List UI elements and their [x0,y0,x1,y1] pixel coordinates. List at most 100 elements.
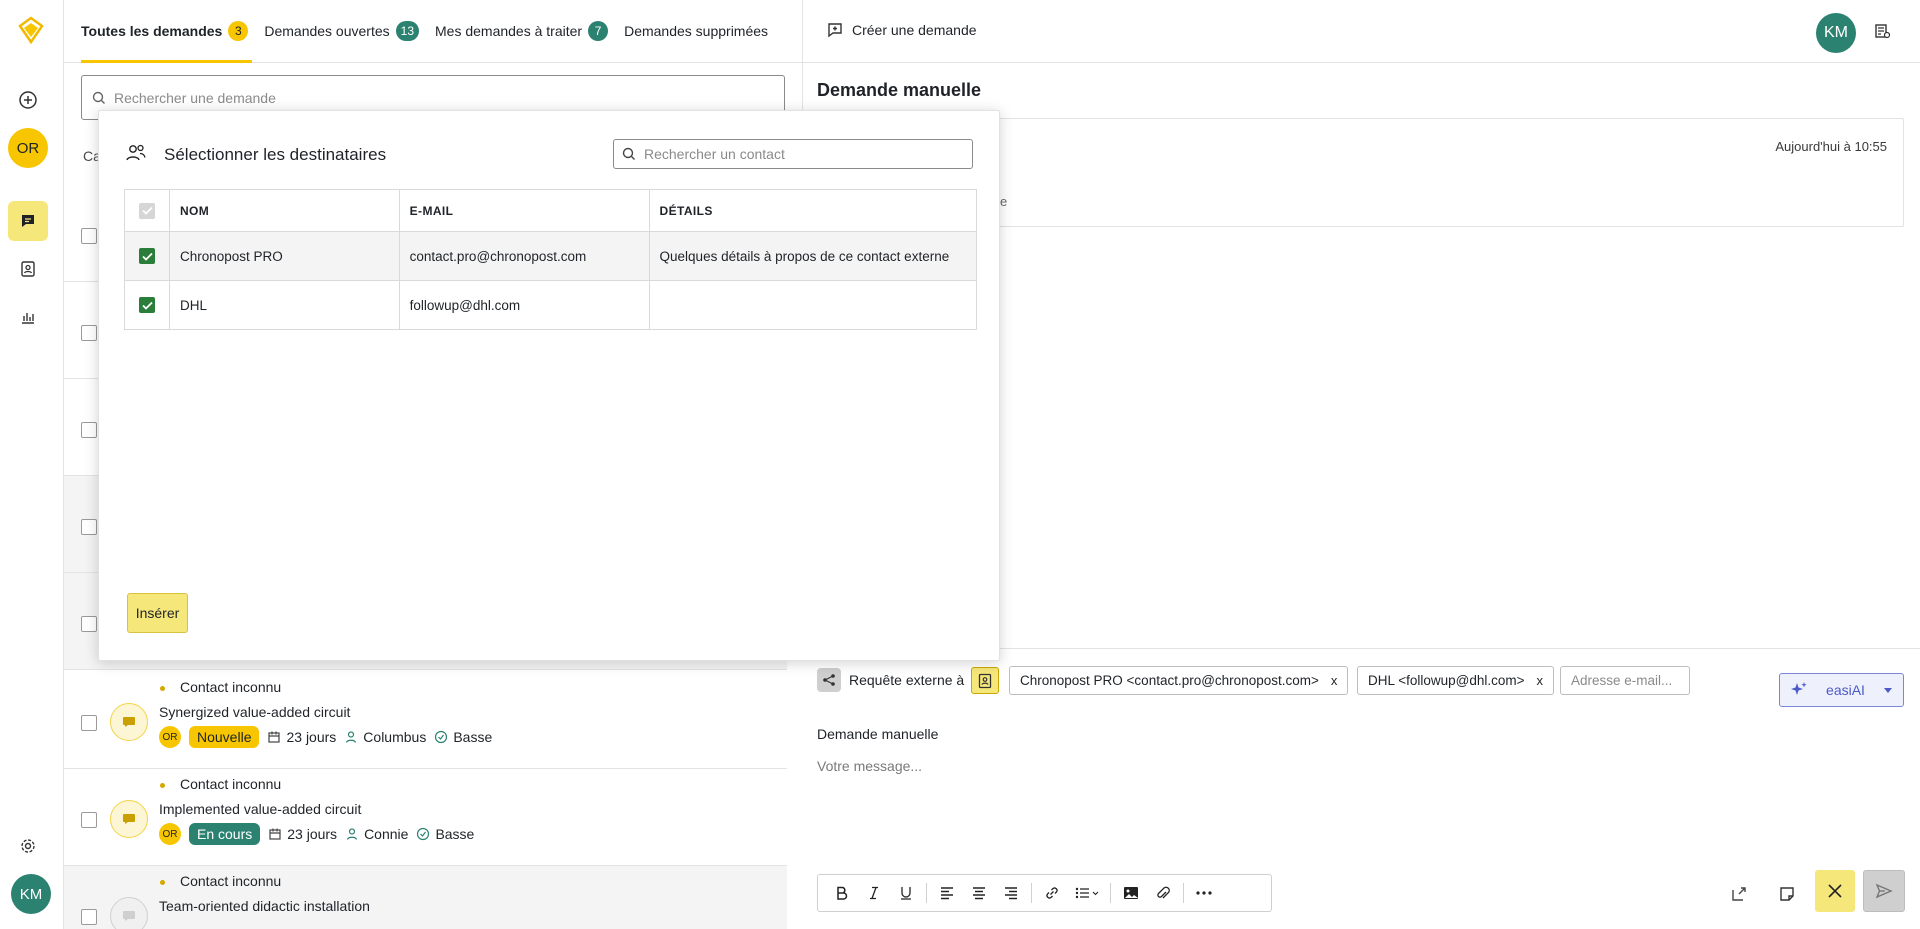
row-checkbox[interactable] [81,616,97,632]
person-icon [346,828,358,840]
status-badge: Nouvelle [189,726,260,748]
tab-label: Demandes ouvertes [264,23,390,39]
app-logo[interactable] [14,14,48,48]
toolbar-divider [1183,883,1184,903]
assignee-text: Connie [364,826,409,842]
contact-name: DHL [168,280,400,330]
message-input[interactable]: Votre message... [817,758,922,774]
recipient-chip[interactable]: Chronopost PRO <contact.pro@chronopost.c… [1009,666,1349,695]
priority-icon [435,730,448,744]
row-checkbox[interactable] [81,228,97,244]
column-header-details: DÉTAILS [648,189,978,232]
email-address-input[interactable]: Adresse e-mail... [1560,666,1690,695]
table-row[interactable]: Chronopost PRO contact.pro@chronopost.co… [124,231,978,281]
select-all-checkbox[interactable] [139,202,155,219]
row-from: Contact inconnu [180,679,282,695]
person-icon [346,731,357,743]
tab-count: 7 [588,21,609,41]
recipient-chip[interactable]: DHL <followup@dhl.com> x [1357,666,1555,695]
formatting-toolbar [817,874,1272,912]
external-request-label: Requête externe à [849,672,965,688]
owner-avatar: OR [159,726,181,748]
discard-button[interactable] [1815,870,1855,912]
tab-open-requests[interactable]: Demandes ouvertes 13 [264,0,419,63]
recipient-label: Chronopost PRO <contact.pro@chronopost.c… [1020,673,1319,688]
contact-search-input[interactable]: Rechercher un contact [613,139,973,169]
composer-subject[interactable]: Demande manuelle [817,726,938,742]
table-row[interactable]: DHL followup@dhl.com [124,280,978,330]
row-from: Contact inconnu [180,776,282,792]
gear-icon[interactable] [8,826,48,866]
remove-recipient-button[interactable]: x [1537,673,1544,688]
row-checkbox[interactable] [81,909,97,925]
attachment-icon[interactable] [1147,877,1179,909]
row-checkbox[interactable] [81,715,97,731]
plus-circle-icon[interactable] [8,80,48,120]
underline-icon[interactable] [890,877,922,909]
tab-count: 13 [395,21,419,41]
row-checkbox[interactable] [81,519,97,535]
row-checkbox[interactable] [81,812,97,828]
insert-button[interactable]: Insérer [127,593,188,633]
toolbar-divider [1031,883,1032,903]
align-right-icon[interactable] [995,877,1027,909]
list-item[interactable]: Contact inconnu Team-oriented didactic i… [64,866,787,929]
create-request-button[interactable]: Créer une demande [826,21,977,39]
header-avatar[interactable]: KM [1816,13,1856,53]
unread-dot [160,686,165,691]
stats-icon[interactable] [8,297,48,337]
contact-checkbox[interactable] [139,248,155,264]
bold-icon[interactable] [826,877,858,909]
create-request-label: Créer une demande [852,22,977,38]
contact-email: contact.pro@chronopost.com [398,231,650,281]
search-icon [92,91,106,105]
align-left-icon[interactable] [931,877,963,909]
list-item[interactable]: Contact inconnu Implemented value-added … [64,769,787,866]
age: 23 jours [268,826,337,842]
align-center-icon[interactable] [963,877,995,909]
remove-recipient-button[interactable]: x [1331,673,1338,688]
row-checkbox[interactable] [81,325,97,341]
row-subject: Synergized value-added circuit [159,704,351,720]
italic-icon[interactable] [858,877,890,909]
edit-external-icon[interactable] [1723,878,1755,910]
calendar-icon [269,828,281,840]
contact-book-button[interactable] [971,667,999,694]
checkbox-cell [124,231,170,281]
assignee: Connie [345,826,408,842]
avatar-km[interactable]: KM [11,874,51,914]
chat-icon[interactable] [8,201,48,241]
contact-email: followup@dhl.com [398,280,650,330]
send-button[interactable] [1863,870,1905,912]
select-all-cell [124,189,170,232]
message-card: Aujourd'hui à 10:55 [999,118,1904,227]
tab-all-requests[interactable]: Toutes les demandes 3 [81,0,253,63]
contact-search-placeholder: Rechercher un contact [644,146,785,162]
search-icon [622,147,636,161]
link-icon[interactable] [1036,877,1068,909]
notes-icon[interactable] [1873,22,1891,40]
toolbar-divider [1110,883,1111,903]
tab-deleted-requests[interactable]: Demandes supprimées [624,0,768,63]
tab-label: Toutes les demandes [81,23,223,39]
calendar-icon [268,731,281,743]
users-icon [125,143,147,163]
contacts-icon[interactable] [8,249,48,289]
priority-icon [417,827,430,841]
list-item[interactable]: Contact inconnu Synergized value-added c… [64,672,787,769]
easiai-button[interactable]: easiAI [1779,673,1904,707]
image-icon[interactable] [1115,877,1147,909]
row-checkbox[interactable] [81,422,97,438]
request-tabs: Toutes les demandes 3 Demandes ouvertes … [64,0,802,63]
tab-my-requests[interactable]: Mes demandes à traiter 7 [435,0,609,63]
avatar-or[interactable]: OR [8,128,48,168]
note-icon[interactable] [1771,878,1803,910]
more-icon[interactable] [1188,877,1220,909]
row-subject: Implemented value-added circuit [159,801,362,817]
tab-label: Mes demandes à traiter [435,23,583,39]
share-icon[interactable] [817,668,841,692]
priority: Basse [434,729,492,745]
contact-checkbox[interactable] [139,297,155,313]
recipient-label: DHL <followup@dhl.com> [1368,673,1525,688]
list-icon[interactable] [1068,877,1106,909]
